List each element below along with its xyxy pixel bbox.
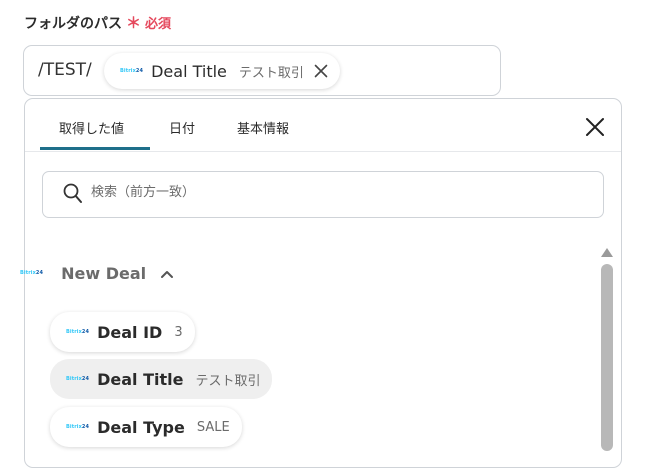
bitrix24-logo: Bitrix24 — [66, 328, 90, 335]
folder-path-input[interactable]: /TEST/ Bitrix24 Deal Title テスト取引 — [23, 45, 501, 96]
item-title: Deal ID — [97, 322, 163, 342]
close-icon[interactable] — [314, 64, 328, 78]
item-value: SALE — [196, 419, 230, 435]
bitrix24-logo: Bitrix24 — [20, 270, 44, 276]
tab-basic-info[interactable]: 基本情報 — [237, 118, 289, 137]
item-title: Deal Title — [97, 369, 184, 389]
item-value: 3 — [174, 324, 183, 340]
required-text: 必須 — [145, 17, 172, 32]
picker-tabs: 取得した値 日付 基本情報 — [25, 99, 621, 152]
path-token-subtitle: テスト取引 — [238, 65, 304, 81]
search-input[interactable] — [89, 184, 573, 201]
list-item-deal-type[interactable]: Bitrix24 Deal Type SALE — [50, 407, 242, 447]
bitrix24-logo: Bitrix24 — [66, 375, 90, 382]
folder-path-label: フォルダのパス＊必須 — [24, 12, 171, 33]
tab-date[interactable]: 日付 — [169, 118, 195, 137]
path-token-chip[interactable]: Bitrix24 Deal Title テスト取引 — [104, 53, 340, 89]
close-icon[interactable] — [585, 117, 605, 137]
folder-path-label-text: フォルダのパス — [24, 16, 122, 32]
search-field[interactable] — [42, 171, 604, 218]
list-item-deal-id[interactable]: Bitrix24 Deal ID 3 — [50, 312, 195, 352]
group-title: New Deal — [61, 264, 147, 283]
item-value: テスト取引 — [195, 373, 261, 389]
active-tab-indicator — [40, 147, 150, 150]
list-item-deal-title[interactable]: Bitrix24 Deal Title テスト取引 — [50, 359, 273, 399]
scroll-up-arrow-icon[interactable] — [600, 243, 614, 262]
scrollbar-thumb[interactable] — [601, 264, 613, 451]
tab-retrieved-values[interactable]: 取得した値 — [59, 118, 124, 137]
bitrix24-logo: Bitrix24 — [120, 67, 144, 74]
search-icon — [63, 183, 83, 209]
path-prefix-text: /TEST/ — [38, 60, 92, 80]
chevron-up-icon[interactable] — [160, 269, 174, 279]
group-header-new-deal[interactable]: Bitrix24 New Deal — [20, 264, 174, 283]
bitrix24-logo: Bitrix24 — [66, 423, 90, 430]
required-star: ＊ — [126, 14, 142, 32]
path-token-title: Deal Title — [151, 61, 227, 81]
item-title: Deal Type — [97, 417, 185, 437]
